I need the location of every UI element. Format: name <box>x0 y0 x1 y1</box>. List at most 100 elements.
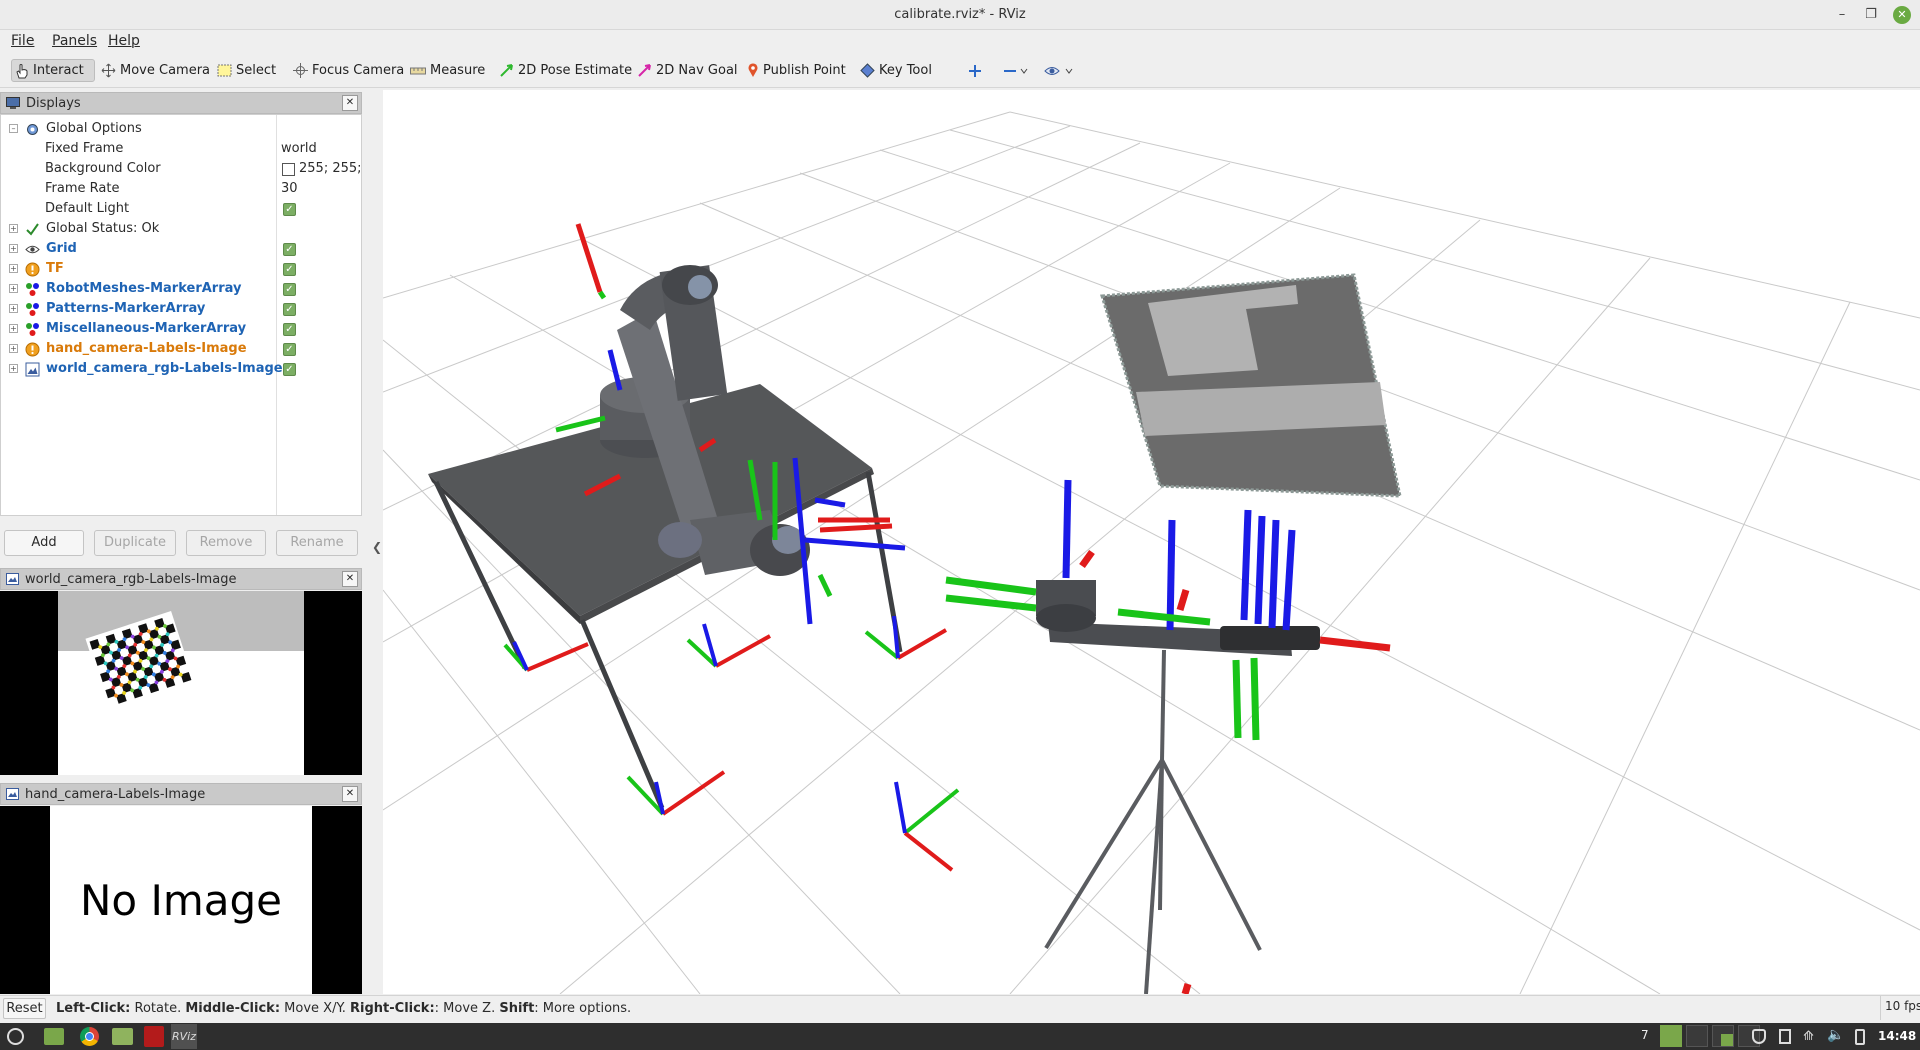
tool-move-camera[interactable]: Move Camera <box>98 59 213 82</box>
enabled-checkbox[interactable]: ✓ <box>283 243 296 256</box>
color-swatch[interactable] <box>282 163 295 176</box>
remove-button[interactable]: Remove <box>186 530 266 556</box>
chrome-icon[interactable] <box>80 1027 99 1046</box>
close-icon[interactable]: ✕ <box>342 786 358 802</box>
close-icon[interactable]: ✕ <box>342 571 358 587</box>
rename-button[interactable]: Rename <box>276 530 358 556</box>
display-row[interactable]: + RobotMeshes-MarkerArray ✓ <box>1 279 361 299</box>
display-label: Fixed Frame <box>45 141 124 156</box>
maximize-icon[interactable]: ❐ <box>1862 6 1880 24</box>
hint-text: : More options. <box>534 1001 632 1016</box>
enabled-checkbox[interactable]: ✓ <box>283 263 296 276</box>
display-row[interactable]: Default Light ✓ <box>1 199 361 219</box>
menu-help[interactable]: Help <box>108 33 140 49</box>
clock: 14:48 <box>1878 1029 1917 1043</box>
monitor-icon <box>6 96 20 109</box>
menu-panels[interactable]: Panels <box>52 33 97 49</box>
hand-pointer-icon <box>16 63 28 78</box>
minimize-icon[interactable]: – <box>1833 6 1851 24</box>
display-row[interactable]: + Global Status: Ok <box>1 219 361 239</box>
display-row[interactable]: + world_camera_rgb-Labels-Image ✓ <box>1 359 361 379</box>
enabled-checkbox[interactable]: ✓ <box>283 283 296 296</box>
reset-button[interactable]: Reset <box>3 998 46 1019</box>
menu-file[interactable]: File <box>11 33 34 49</box>
enabled-checkbox[interactable]: ✓ <box>283 323 296 336</box>
world-camera-panel-header: world_camera_rgb-Labels-Image ✕ <box>0 568 362 590</box>
files-icon[interactable] <box>44 1028 64 1045</box>
calibration-board <box>1100 273 1402 498</box>
marker-array-icon <box>25 282 40 297</box>
workspace-1[interactable] <box>1660 1025 1682 1047</box>
display-label: Frame Rate <box>45 181 120 196</box>
display-label: Grid <box>46 241 77 256</box>
image-icon <box>6 573 19 585</box>
enabled-checkbox[interactable]: ✓ <box>283 203 296 216</box>
close-icon[interactable]: ✕ <box>1893 6 1911 24</box>
workspace-2[interactable] <box>1686 1025 1708 1047</box>
display-row[interactable]: + Miscellaneous-MarkerArray ✓ <box>1 319 361 339</box>
expand-toggle-icon[interactable]: + <box>9 224 18 233</box>
world-camera-panel-title: world_camera_rgb-Labels-Image <box>25 571 237 587</box>
property-value[interactable]: 30 <box>281 181 298 196</box>
enabled-checkbox[interactable]: ✓ <box>283 363 296 376</box>
enabled-checkbox[interactable]: ✓ <box>283 303 296 316</box>
tool-2d-nav-goal[interactable]: 2D Nav Goal <box>634 59 741 82</box>
expand-toggle-icon[interactable]: + <box>9 244 18 253</box>
network-icon[interactable]: ⟰ <box>1803 1029 1814 1044</box>
clipboard-icon[interactable] <box>1779 1029 1791 1044</box>
expand-toggle-icon[interactable]: + <box>9 364 18 373</box>
display-row[interactable]: Fixed Frame world <box>1 139 361 159</box>
tool-focus-camera[interactable]: Focus Camera <box>290 59 407 82</box>
menu-icon[interactable] <box>7 1028 24 1045</box>
terminal-icon[interactable] <box>144 1026 164 1047</box>
expand-toggle-icon[interactable]: + <box>9 344 18 353</box>
close-icon[interactable]: ✕ <box>342 95 358 111</box>
volume-icon[interactable]: 🔈 <box>1827 1027 1844 1043</box>
display-row[interactable]: Background Color 255; 255; <box>1 159 362 179</box>
pink-arrow-icon <box>638 64 651 77</box>
remove-tool-button[interactable] <box>1000 59 1032 82</box>
display-row[interactable]: + hand_camera-Labels-Image ✓ <box>1 339 361 359</box>
duplicate-button[interactable]: Duplicate <box>94 530 176 556</box>
display-label: Global Status: Ok <box>46 221 160 236</box>
property-value[interactable]: 255; 255; <box>299 161 362 176</box>
select-rectangle-icon <box>217 64 232 77</box>
display-row[interactable]: – Global Options <box>1 119 361 139</box>
displays-tree[interactable]: – Global Options Fixed Frame world Backgroun… <box>0 114 362 516</box>
battery-icon[interactable] <box>1855 1029 1865 1045</box>
property-value[interactable]: world <box>281 141 317 156</box>
tool-label: Select <box>236 63 277 78</box>
expand-toggle-icon[interactable]: + <box>9 264 18 273</box>
collapse-toggle-icon[interactable]: – <box>9 124 18 133</box>
expand-toggle-icon[interactable]: + <box>9 284 18 293</box>
expand-toggle-icon[interactable]: + <box>9 304 18 313</box>
3d-viewport[interactable] <box>383 90 1920 994</box>
display-row[interactable]: + Patterns-MarkerArray ✓ <box>1 299 361 319</box>
tool-publish-point[interactable]: Publish Point <box>744 59 849 82</box>
display-row[interactable]: + Grid ✓ <box>1 239 361 259</box>
expand-toggle-icon[interactable]: + <box>9 324 18 333</box>
add-button[interactable]: Add <box>4 530 84 556</box>
enabled-checkbox[interactable]: ✓ <box>283 343 296 356</box>
marker-array-icon <box>25 322 40 337</box>
display-label: TF <box>46 261 64 276</box>
display-label: Default Light <box>45 201 130 216</box>
hint-text: : Move Z. <box>434 1001 500 1016</box>
workspace-3[interactable] <box>1712 1025 1734 1047</box>
shield-icon[interactable] <box>1752 1029 1766 1044</box>
display-row[interactable]: Frame Rate 30 <box>1 179 361 199</box>
add-tool-button[interactable] <box>965 59 985 82</box>
tool-key-tool[interactable]: Key Tool <box>857 59 935 82</box>
focus-crosshair-icon <box>293 63 308 78</box>
collapse-left-icon[interactable]: ❮ <box>372 540 382 554</box>
folder-icon[interactable] <box>112 1028 133 1045</box>
view-options-button[interactable] <box>1041 59 1077 82</box>
warning-icon <box>25 262 40 277</box>
display-row[interactable]: + TF ✓ <box>1 259 361 279</box>
tool-interact[interactable]: Interact <box>11 59 95 82</box>
tool-select[interactable]: Select <box>214 59 279 82</box>
tool-2d-pose-estimate[interactable]: 2D Pose Estimate <box>496 59 635 82</box>
scene-canvas[interactable] <box>383 90 1920 994</box>
tool-measure[interactable]: Measure <box>407 59 488 82</box>
rviz-icon[interactable]: RViz <box>171 1024 197 1049</box>
